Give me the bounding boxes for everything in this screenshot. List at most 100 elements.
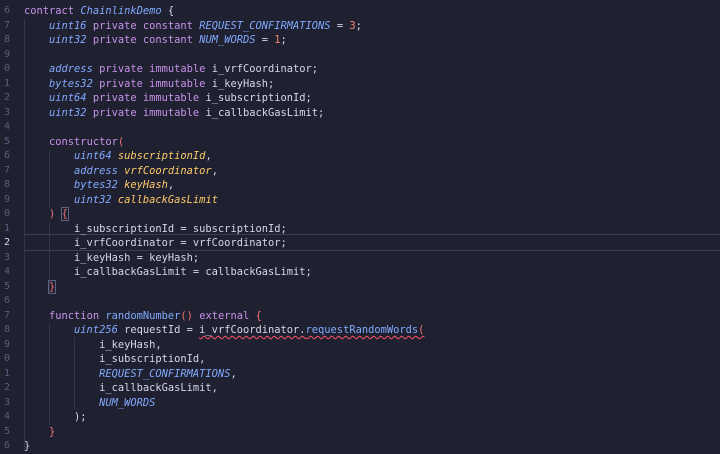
code-line[interactable]: contract ChainlinkDemo { [24, 4, 174, 19]
code-token: subscriptionId [117, 150, 206, 162]
line-number: 0 [3, 208, 10, 219]
code-line[interactable]: } [24, 279, 57, 295]
line-number: 1 [3, 367, 10, 379]
code-token: NUM_WORDS [99, 396, 156, 409]
code-token: } [47, 279, 57, 294]
code-line[interactable]: ) { [24, 207, 69, 222]
line-number: 7 [3, 19, 10, 31]
code-token: i_callbackGasLimit = callbackGasLimit; [24, 266, 312, 278]
code-token: address [49, 63, 93, 75]
line-number: 2 [3, 92, 10, 103]
code-line[interactable]: i_keyHash = keyHash; [24, 251, 199, 266]
code-token: ( [117, 135, 125, 148]
code-line[interactable]: NUM_WORDS [24, 396, 155, 411]
code-line[interactable]: } [24, 439, 30, 454]
line-number: 9 [3, 193, 10, 205]
line-number: 8 [3, 179, 10, 190]
code-line[interactable]: i_keyHash, [24, 338, 162, 353]
code-line[interactable]: uint32 private constant NUM_WORDS = 1; [24, 33, 287, 48]
code-token: private constant [86, 34, 200, 46]
line-number: 3 [3, 251, 10, 263]
line-number: 7 [3, 309, 10, 321]
code-token: } [24, 440, 31, 452]
code-line[interactable]: constructor( [24, 135, 124, 150]
code-token: uint32 [49, 34, 87, 46]
line-number: 1 [3, 222, 10, 234]
code-token: , [167, 179, 175, 191]
code-token: contract [24, 5, 81, 17]
code-token: uint16 [49, 19, 87, 32]
line-number: 7 [3, 164, 10, 176]
code-token: uint32 [74, 193, 112, 206]
code-token: callbackGasLimit [117, 193, 218, 206]
code-line[interactable]: i_callbackGasLimit = callbackGasLimit; [24, 265, 312, 280]
code-line[interactable]: address vrfCoordinator, [24, 164, 218, 179]
code-line[interactable]: i_callbackGasLimit, [24, 381, 218, 396]
code-token: () [180, 309, 193, 322]
code-line[interactable]: } [24, 425, 55, 440]
line-number: 3 [3, 396, 10, 408]
code-token: , [211, 164, 218, 177]
code-line[interactable]: uint16 private constant REQUEST_CONFIRMA… [24, 19, 362, 34]
code-token: i_keyHash = keyHash; [24, 251, 200, 264]
code-token: requestRandomWords [305, 324, 419, 336]
code-line[interactable]: bytes32 private immutable i_keyHash; [24, 77, 274, 92]
code-token: uint64 [74, 150, 112, 162]
code-line[interactable]: function randomNumber() external { [24, 309, 262, 324]
line-number: 0 [3, 353, 10, 364]
line-number: 6 [3, 295, 10, 306]
code-token: { [161, 5, 175, 17]
code-token: ; [355, 19, 362, 32]
line-number: 6 [3, 440, 10, 451]
line-number: 4 [3, 121, 10, 132]
code-token: uint256 [74, 324, 118, 336]
code-token: i_vrfCoordinator = vrfCoordinator; [24, 237, 287, 249]
code-editor[interactable]: 6 7 8 9 0 1 2 3 4 5 6 7 8 9 0 1 2 3 4 5 6 7 8 9 0 1 2 3 4 5 6 contract… [0, 0, 720, 454]
code-line[interactable]: uint32 private immutable i_callbackGasLi… [24, 106, 324, 121]
code-line[interactable]: address private immutable i_vrfCoordinat… [24, 62, 318, 77]
line-number: 0 [3, 63, 10, 74]
code-token: function [49, 309, 106, 322]
code-token: REQUEST_CONFIRMATIONS [99, 367, 231, 380]
code-token: keyHash [124, 179, 168, 191]
line-number: 6 [3, 150, 10, 161]
line-number-gutter: 6 7 8 9 0 1 2 3 4 5 6 7 8 9 0 1 2 3 4 5 6 7 8 9 0 1 2 3 4 5 6 [0, 0, 12, 454]
line-number: 2 [3, 382, 10, 393]
line-number: 5 [3, 280, 10, 292]
code-line[interactable]: i_subscriptionId = subscriptionId; [24, 222, 287, 237]
code-line[interactable]: ); [24, 410, 87, 425]
line-number: 8 [3, 324, 10, 335]
code-token: private constant [86, 19, 200, 32]
code-line[interactable]: i_subscriptionId, [24, 352, 205, 367]
code-line[interactable]: bytes32 keyHash, [24, 178, 174, 193]
line-number: 2 [3, 237, 10, 248]
code-token: requestId = [117, 324, 200, 336]
code-line[interactable]: i_vrfCoordinator = vrfCoordinator; [24, 236, 287, 251]
code-token: i_callbackGasLimit; [205, 106, 325, 119]
code-line[interactable]: REQUEST_CONFIRMATIONS, [24, 367, 237, 382]
code-line[interactable]: uint32 callbackGasLimit [24, 193, 218, 208]
code-token: REQUEST_CONFIRMATIONS [199, 19, 331, 32]
code-token: i_keyHash, [24, 338, 162, 351]
code-token: vrfCoordinator [124, 164, 212, 177]
code-line[interactable]: uint64 private immutable i_subscriptionI… [24, 91, 312, 106]
line-number: 6 [3, 5, 10, 16]
code-line[interactable]: uint64 subscriptionId, [24, 149, 212, 164]
code-line[interactable]: uint256 requestId = i_vrfCoordinator.req… [24, 323, 424, 338]
code-token: uint64 [49, 92, 87, 104]
code-token: { [60, 207, 69, 221]
code-token: address [74, 164, 118, 177]
code-token: private immutable [92, 77, 212, 90]
line-number: 4 [3, 411, 10, 422]
